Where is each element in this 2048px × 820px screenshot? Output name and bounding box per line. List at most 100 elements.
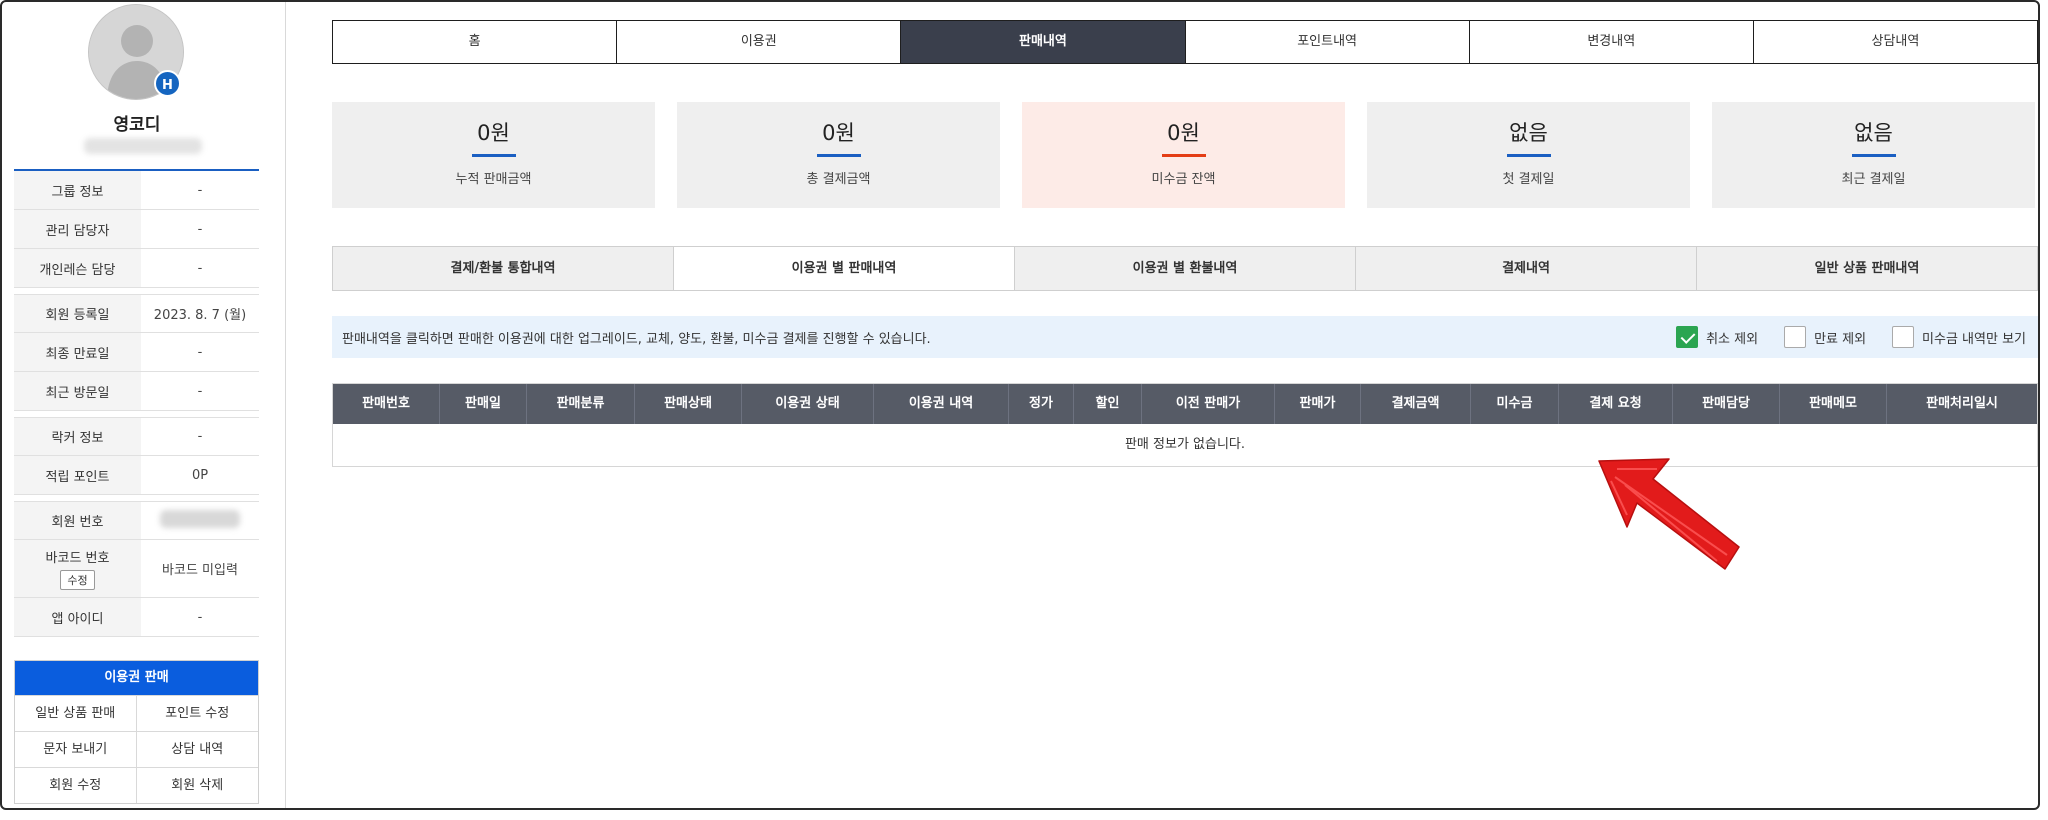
barcode-edit-button[interactable]: 수정 <box>60 570 95 590</box>
sell-general-product-button[interactable]: 일반 상품 판매 <box>15 695 137 731</box>
column-header[interactable]: 할인 <box>1074 384 1142 424</box>
tab-home[interactable]: 홈 <box>333 21 618 63</box>
card-value: 0원 <box>822 121 855 145</box>
summary-card-unpaid-balance: 0원 미수금 잔액 <box>1022 102 1345 208</box>
checkbox-label: 만료 제외 <box>1814 331 1867 347</box>
column-header[interactable]: 판매메모 <box>1780 384 1887 424</box>
annotation-arrow-icon <box>1598 458 1740 570</box>
column-header[interactable]: 미수금 <box>1471 384 1559 424</box>
info-label: 회원 번호 <box>14 502 141 539</box>
info-row-last-visit: 최근 방문일 - <box>14 372 259 411</box>
checkbox-label: 취소 제외 <box>1706 331 1759 347</box>
tab-point-history[interactable]: 포인트내역 <box>1185 21 1470 63</box>
info-value: 바코드 미입력 <box>162 563 238 578</box>
sales-table: 판매번호 판매일 판매분류 판매상태 이용권 상태 이용권 내역 정가 할인 이… <box>332 383 2038 467</box>
column-header[interactable]: 정가 <box>1009 384 1074 424</box>
checkbox-checked[interactable] <box>1676 326 1699 348</box>
notice-bar: 판매내역을 클릭하면 판매한 이용권에 대한 업그레이드, 교체, 양도, 환불… <box>332 316 2038 358</box>
notice-text: 판매내역을 클릭하면 판매한 이용권에 대한 업그레이드, 교체, 양도, 환불… <box>342 331 931 347</box>
info-label: 관리 담당자 <box>14 210 141 248</box>
filter-exclude-cancelled[interactable]: 취소 제외 <box>1676 326 1758 348</box>
info-label: 바코드 번호 수정 <box>14 540 141 597</box>
info-value <box>141 509 259 532</box>
column-header[interactable]: 결제 요청 <box>1559 384 1673 424</box>
card-label: 최근 결제일 <box>1841 172 1906 187</box>
card-value: 0원 <box>1167 121 1200 145</box>
sell-pass-button[interactable]: 이용권 판매 <box>15 661 258 695</box>
checkbox-unchecked[interactable] <box>1892 326 1915 348</box>
info-value: - <box>197 429 203 444</box>
info-value: 2023. 8. 7 (월) <box>153 308 247 323</box>
info-row-lesson: 개인레슨 담당 - <box>14 249 259 288</box>
filter-exclude-expired[interactable]: 만료 제외 <box>1784 326 1866 348</box>
member-sidebar: H 영코디 그룹 정보 - 관리 담당자 - 개인레슨 담당 - 회원 등록일 … <box>2 2 286 808</box>
column-header[interactable]: 판매상태 <box>635 384 742 424</box>
table-header: 판매번호 판매일 판매분류 판매상태 이용권 상태 이용권 내역 정가 할인 이… <box>333 384 2037 424</box>
tab-passes[interactable]: 이용권 <box>617 21 902 63</box>
tab-change-history[interactable]: 변경내역 <box>1469 21 1754 63</box>
column-header[interactable]: 판매분류 <box>527 384 635 424</box>
filter-unpaid-only[interactable]: 미수금 내역만 보기 <box>1892 326 2026 348</box>
column-header[interactable]: 이전 판매가 <box>1142 384 1275 424</box>
info-row-expiry: 최종 만료일 - <box>14 333 259 372</box>
info-label: 회원 등록일 <box>14 295 141 332</box>
edit-member-button[interactable]: 회원 수정 <box>15 767 137 803</box>
info-value: - <box>197 221 203 237</box>
info-label: 적립 포인트 <box>14 456 141 494</box>
subtab-general-products[interactable]: 일반 상품 판매내역 <box>1697 247 2037 290</box>
info-value: 0P <box>191 467 209 483</box>
checkbox-label: 미수금 내역만 보기 <box>1922 331 2026 347</box>
card-underline <box>1851 154 1896 157</box>
summary-card-total-sales: 0원 누적 판매금액 <box>332 102 655 208</box>
info-label: 그룹 정보 <box>14 171 141 209</box>
subtab-sales-by-pass[interactable]: 이용권 별 판매내역 <box>674 247 1015 290</box>
info-value: - <box>197 182 203 198</box>
card-underline <box>471 154 516 157</box>
info-label: 최종 만료일 <box>14 333 141 371</box>
app-frame: H 영코디 그룹 정보 - 관리 담당자 - 개인레슨 담당 - 회원 등록일 … <box>0 0 2040 810</box>
member-info-table: 그룹 정보 - 관리 담당자 - 개인레슨 담당 - 회원 등록일 2023. … <box>14 169 259 637</box>
info-label: 앱 아이디 <box>14 598 141 636</box>
column-header[interactable]: 판매번호 <box>333 384 440 424</box>
info-row-group: 그룹 정보 - <box>14 171 259 210</box>
card-label: 누적 판매금액 <box>455 172 532 187</box>
subtab-payments[interactable]: 결제내역 <box>1356 247 1697 290</box>
card-label: 총 결제금액 <box>806 172 871 187</box>
checkbox-unchecked[interactable] <box>1784 326 1807 348</box>
empty-table-message: 판매 정보가 없습니다. <box>1124 437 1246 452</box>
summary-card-first-payment: 없음 첫 결제일 <box>1367 102 1690 208</box>
card-label: 미수금 잔액 <box>1151 172 1216 187</box>
card-value: 없음 <box>1854 121 1893 145</box>
column-header[interactable]: 판매가 <box>1275 384 1361 424</box>
info-label: 개인레슨 담당 <box>14 249 141 287</box>
info-row-barcode: 바코드 번호 수정 바코드 미입력 <box>14 540 259 598</box>
column-header[interactable]: 판매처리일시 <box>1887 384 2037 424</box>
card-value: 없음 <box>1509 121 1548 145</box>
member-actions: 이용권 판매 일반 상품 판매 포인트 수정 문자 보내기 상담 내역 회원 수… <box>14 660 259 804</box>
column-header[interactable]: 이용권 상태 <box>742 384 874 424</box>
info-row-registered: 회원 등록일 2023. 8. 7 (월) <box>14 294 259 333</box>
card-underline <box>1506 154 1551 157</box>
delete-member-button[interactable]: 회원 삭제 <box>136 767 258 803</box>
consultation-history-button[interactable]: 상담 내역 <box>136 731 258 767</box>
card-underline <box>1161 154 1206 157</box>
summary-cards: 0원 누적 판매금액 0원 총 결제금액 0원 미수금 잔액 없음 첫 결제일 … <box>332 102 2038 208</box>
info-label: 락커 정보 <box>14 418 141 455</box>
column-header[interactable]: 결제금액 <box>1361 384 1471 424</box>
subtab-refunds-by-pass[interactable]: 이용권 별 환불내역 <box>1015 247 1356 290</box>
member-contact-redacted <box>84 138 202 154</box>
tab-sales-history[interactable]: 판매내역 <box>901 21 1186 63</box>
summary-card-last-payment: 없음 최근 결제일 <box>1712 102 2035 208</box>
card-underline <box>816 154 861 157</box>
send-sms-button[interactable]: 문자 보내기 <box>15 731 137 767</box>
info-value: - <box>197 260 203 276</box>
column-header[interactable]: 판매일 <box>440 384 527 424</box>
edit-points-button[interactable]: 포인트 수정 <box>136 695 258 731</box>
column-header[interactable]: 이용권 내역 <box>874 384 1009 424</box>
info-row-locker: 락커 정보 - <box>14 417 259 456</box>
info-label: 최근 방문일 <box>14 372 141 410</box>
column-header[interactable]: 판매담당 <box>1673 384 1780 424</box>
tab-consultation-history[interactable]: 상담내역 <box>1753 21 2038 63</box>
membership-badge: H <box>154 70 181 97</box>
subtab-payment-refund[interactable]: 결제/환불 통합내역 <box>333 247 674 290</box>
